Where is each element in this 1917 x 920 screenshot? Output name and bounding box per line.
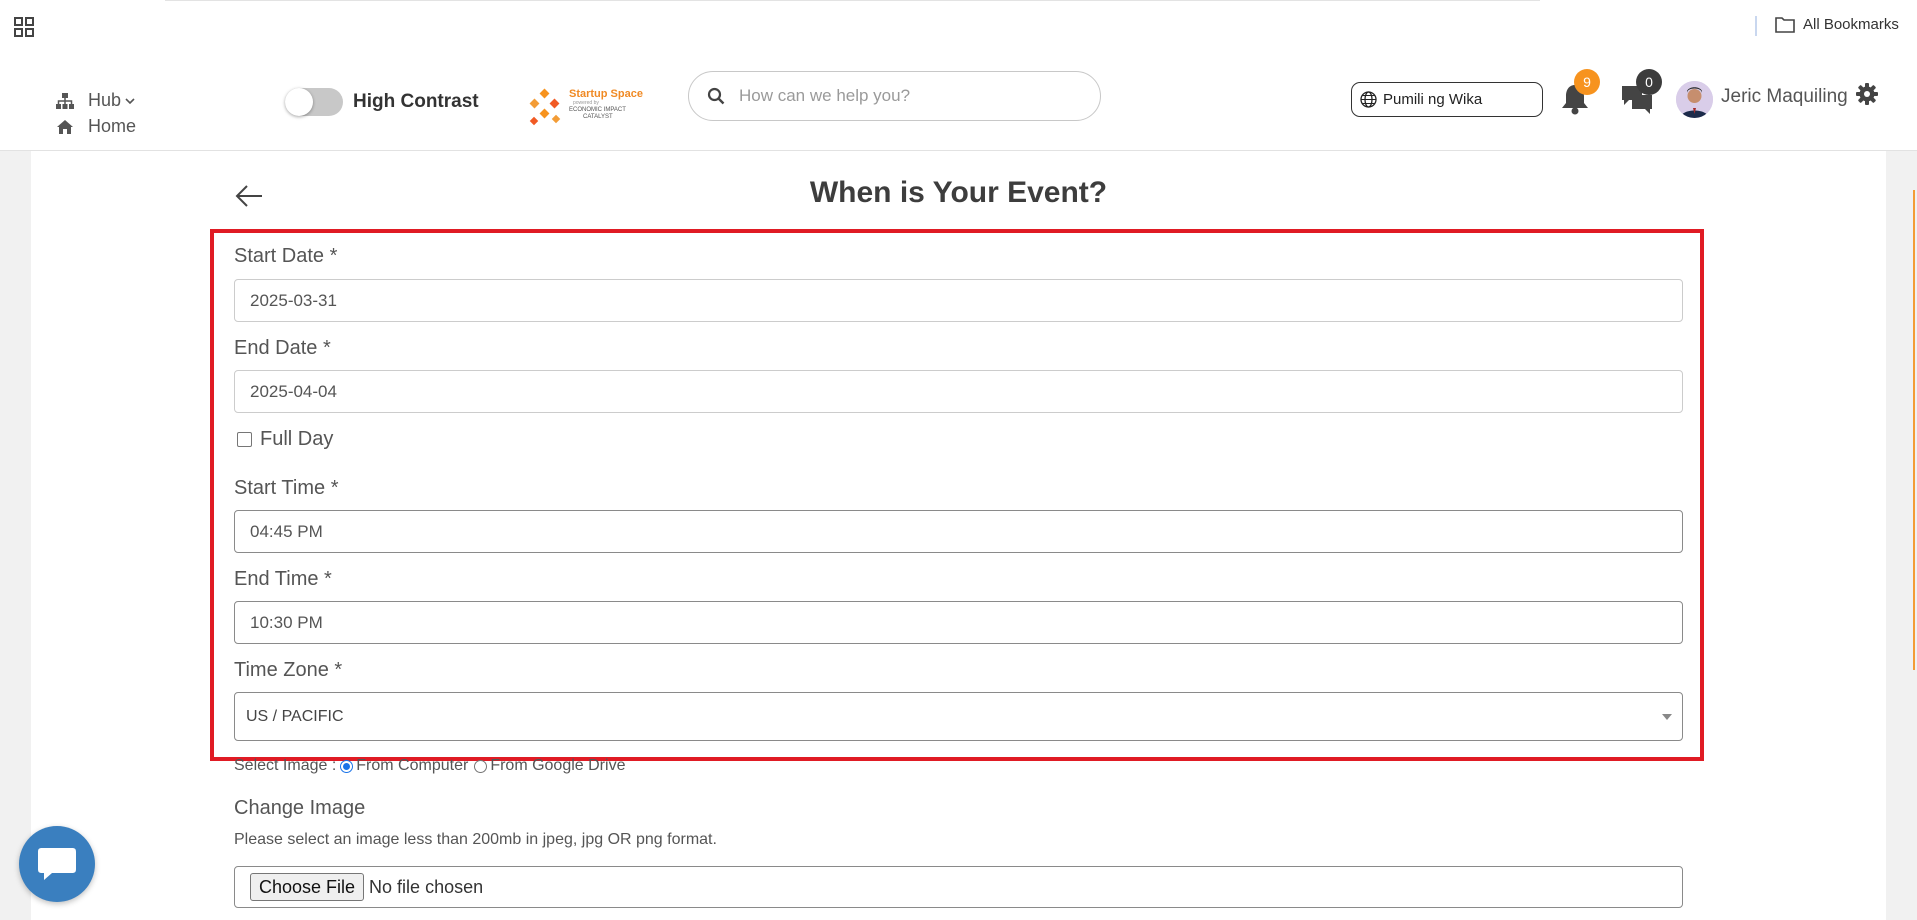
chat-bubble-icon (38, 848, 76, 880)
logo-powered-by: powered by (573, 100, 599, 106)
end-date-field[interactable]: 2025-04-04 (234, 370, 1683, 413)
select-image-row: Select Image : From Computer From Google… (234, 757, 625, 775)
time-zone-value: US / PACIFIC (246, 708, 344, 725)
scroll-edge-accent (1913, 190, 1915, 670)
from-computer-radio[interactable] (340, 759, 354, 773)
choose-file-button[interactable]: Choose File (250, 873, 365, 901)
select-image-label: Select Image : (234, 757, 337, 774)
nav-home-label: Home (88, 116, 137, 136)
home-icon (57, 119, 73, 134)
all-bookmarks-button[interactable]: All Bookmarks (1775, 16, 1899, 33)
search-icon (707, 87, 725, 105)
nav-hub-label: Hub (88, 90, 122, 110)
logo-title: Startup Space (569, 88, 643, 100)
full-day-label: Full Day (260, 428, 334, 450)
tab-strip-line (165, 0, 1540, 1)
search-box (688, 71, 1101, 121)
change-image-label: Change Image (234, 797, 366, 819)
full-day-checkbox[interactable] (237, 432, 252, 447)
high-contrast-toggle[interactable] (285, 88, 343, 116)
logo-subtitle: ECONOMIC IMPACT (569, 107, 626, 113)
from-google-drive-radio[interactable] (474, 759, 488, 773)
logo-subtitle-2: CATALYST (583, 114, 613, 120)
globe-icon (1360, 91, 1377, 108)
messages-count-badge: 0 (1636, 69, 1662, 95)
end-time-label: End Time * (234, 568, 332, 590)
chevron-down-icon (125, 97, 135, 104)
bookmarks-bar: All Bookmarks (0, 0, 1917, 50)
start-time-field[interactable]: 04:45 PM (234, 510, 1683, 553)
nav-home-link[interactable]: Home (56, 116, 136, 137)
avatar[interactable] (1676, 81, 1713, 118)
time-zone-select[interactable]: US / PACIFIC (234, 692, 1683, 741)
folder-icon (1775, 17, 1795, 33)
language-select-button[interactable]: Pumili ng Wika (1351, 82, 1543, 117)
search-input[interactable] (739, 86, 1069, 106)
user-avatar-icon (1676, 81, 1713, 118)
sitemap-icon (56, 92, 74, 109)
file-input: Choose File No file chosen (234, 866, 1683, 908)
start-date-field[interactable]: 2025-03-31 (234, 279, 1683, 322)
all-bookmarks-label: All Bookmarks (1803, 16, 1899, 33)
nav-hub-menu[interactable]: Hub (56, 90, 135, 111)
high-contrast-control: High Contrast (285, 88, 479, 116)
language-label: Pumili ng Wika (1383, 91, 1483, 108)
start-date-label: Start Date * (234, 245, 338, 267)
app-header: Hub Home High Contrast Startup Space pow… (0, 50, 1917, 151)
file-status: No file chosen (369, 876, 484, 897)
from-computer-label[interactable]: From Computer (356, 757, 468, 775)
user-name[interactable]: Jeric Maquiling (1721, 86, 1848, 108)
toggle-knob (285, 88, 313, 116)
logo-mark-icon (529, 88, 561, 126)
chat-widget-button[interactable] (19, 826, 95, 902)
image-help-text: Please select an image less than 200mb i… (234, 831, 717, 848)
gear-icon[interactable] (1856, 83, 1878, 105)
from-google-drive-label[interactable]: From Google Drive (490, 757, 625, 775)
end-time-field[interactable]: 10:30 PM (234, 601, 1683, 644)
high-contrast-label: High Contrast (353, 91, 479, 112)
time-zone-label: Time Zone * (234, 659, 343, 681)
bookmarks-separator (1755, 16, 1757, 36)
apps-grid-icon[interactable] (14, 17, 34, 37)
full-day-option: Full Day (237, 428, 333, 451)
page-title: When is Your Event? (809, 176, 1108, 209)
startup-space-logo[interactable]: Startup Space powered by ECONOMIC IMPACT… (527, 86, 643, 130)
start-time-label: Start Time * (234, 477, 339, 499)
chevron-down-icon (1662, 714, 1672, 720)
end-date-label: End Date * (234, 337, 331, 359)
notification-count-badge: 9 (1574, 69, 1600, 95)
